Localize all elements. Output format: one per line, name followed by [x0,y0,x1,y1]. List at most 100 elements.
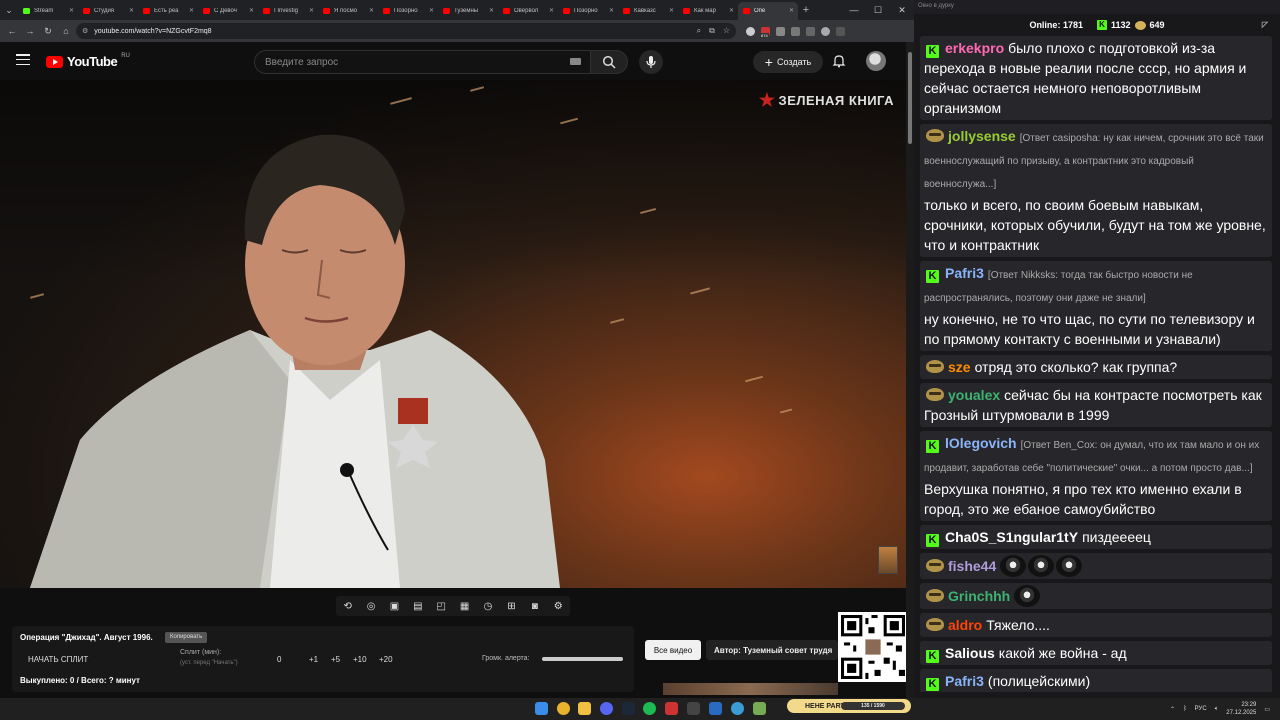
app-icon[interactable] [753,702,766,715]
start-windows-icon[interactable] [535,702,548,715]
settings-gear-icon[interactable]: ⚙ [551,601,565,612]
tab-search-icon[interactable]: ⌄ [0,0,18,20]
video-player[interactable]: ★ ЗЕЛЕНАЯ КНИГА [0,80,906,588]
tab-close-icon[interactable]: ✕ [309,7,314,14]
chat-menu-icon[interactable]: ◸ [1262,20,1268,29]
chat-message[interactable]: Grinchhh [920,583,1272,609]
create-button[interactable]: + Создать [753,51,823,73]
chat-message[interactable]: Kerkekpro было плохо с подготовкой из-за … [920,36,1272,120]
chat-message[interactable]: K Pafri3 [Ответ Nikksks: тогда так быстро … [920,261,1272,351]
chat-message[interactable]: fishe44 [920,553,1272,579]
downloads-icon[interactable] [806,26,815,36]
app-icon[interactable] [687,702,700,715]
all-videos-button[interactable]: Все видео [645,640,701,660]
youtube-logo[interactable]: YouTube RU [46,53,130,69]
site-info-icon[interactable]: ⚙ [82,27,88,35]
split-value[interactable]: 0 [277,655,281,664]
screenshot-icon[interactable]: ◙ [528,601,542,612]
chat-message[interactable]: sze отряд это сколько? как группа? [920,355,1272,379]
chat-username[interactable]: Grinchhh [948,588,1010,604]
pip-icon[interactable]: ◰ [434,601,448,612]
chat-username[interactable]: Pafri3 [945,673,984,689]
browser-tab[interactable]: Опе ✕ [738,2,798,20]
chat-message[interactable]: aldro Тяжело.... [920,613,1272,637]
copy-button[interactable]: Копировать [165,632,208,643]
chat-message[interactable]: K Pafri3 (полицейскими) [920,669,1272,692]
tab-close-icon[interactable]: ✕ [789,7,794,14]
tab-close-icon[interactable]: ✕ [729,7,734,14]
chat-username[interactable]: youalex [948,387,1000,403]
browser-tab[interactable]: Я посмо ✕ [318,2,378,20]
chat-username[interactable]: jollysense [948,128,1016,144]
browser-tab[interactable]: Позорно ✕ [558,2,618,20]
keyboard-icon[interactable] [570,58,581,65]
notifications-bell-icon[interactable] [832,54,846,68]
increment-button[interactable]: +20 [379,655,393,664]
search-button[interactable] [590,50,628,74]
browser-tab[interactable]: Stream ✕ [18,2,78,20]
account-avatar[interactable] [866,51,886,71]
menu-icon[interactable] [836,26,845,36]
chat-message[interactable]: K Salious какой же война - ад [920,641,1272,665]
increment-button[interactable]: +10 [353,655,367,664]
broadcast-icon[interactable]: ◎ [364,601,378,612]
back-icon[interactable]: ← [4,23,20,39]
chat-message[interactable]: K Cha0S_S1ngular1tY пиздеееец [920,525,1272,549]
discord-icon[interactable] [600,702,613,715]
language-indicator[interactable]: РУС [1195,706,1207,712]
reload-icon[interactable]: ↻ [40,23,56,39]
menu-icon[interactable] [16,54,30,66]
extension-icon[interactable] [746,26,755,36]
puzzle-icon[interactable] [791,26,800,36]
tab-close-icon[interactable]: ✕ [189,7,194,14]
bluetooth-icon[interactable]: ᛒ [1183,706,1187,712]
chat-username[interactable]: Cha0S_S1ngular1tY [945,529,1078,545]
page-scrollbar[interactable] [906,42,914,698]
telegram-icon[interactable] [731,702,744,715]
tab-close-icon[interactable]: ✕ [609,7,614,14]
chat-username[interactable]: fishe44 [948,558,996,574]
spotify-icon[interactable] [643,702,656,715]
address-bar[interactable]: ⚙ youtube.com/watch?v=NZGcvtF2mq8 ⌕ ⧉ ☆ [76,23,736,39]
party-widget[interactable]: HEHE PARTY 135 / 1590 [787,699,911,713]
browser-tab[interactable]: Туземны ✕ [438,2,498,20]
steam-icon[interactable] [622,702,635,715]
browser-tab[interactable]: Позорно ✕ [378,2,438,20]
chevron-up-icon[interactable]: ⌃ [1170,706,1175,713]
volume-icon[interactable]: 🔈︎ [1215,706,1219,713]
browser-tab[interactable]: Есть реа ✕ [138,2,198,20]
theater-icon[interactable]: ▦ [458,601,472,612]
chat-username[interactable]: sze [948,359,971,375]
browser-tab[interactable]: Как мар ✕ [678,2,738,20]
tab-close-icon[interactable]: ✕ [549,7,554,14]
browser-tab[interactable]: Студия ✕ [78,2,138,20]
chat-username[interactable]: Pafri3 [945,265,984,281]
increment-button[interactable]: +1 [309,655,318,664]
new-tab-button[interactable]: + [798,0,814,20]
browser-tab[interactable]: I Investig ✕ [258,2,318,20]
tab-close-icon[interactable]: ✕ [669,7,674,14]
chat-username[interactable]: aldro [948,617,982,633]
notification-icon[interactable]: ▭ [1264,706,1270,713]
chat-message[interactable]: youalex сейчас бы на контрасте посмотреть… [920,383,1272,427]
chat-username[interactable]: erkekpro [945,40,1004,56]
repeat-icon[interactable]: ⟲ [341,601,355,612]
channel-thumbnail[interactable] [878,546,898,574]
chat-message[interactable]: KlOlegovich [Ответ Ben_Cox: он думал, что… [920,431,1272,521]
forward-icon[interactable]: → [22,23,38,39]
zoom-icon[interactable]: ⌕ [697,26,701,36]
tab-close-icon[interactable]: ✕ [249,7,254,14]
chat-message-list[interactable]: Kerkekpro было плохо с подготовкой из-за … [920,36,1272,692]
cast-icon[interactable]: ⧉ [709,26,715,36]
add-icon[interactable]: ⊞ [504,601,518,612]
chrome-icon[interactable] [557,702,570,715]
chat-username[interactable]: lOlegovich [945,435,1017,451]
obs-icon[interactable] [709,702,722,715]
clip-icon[interactable]: ▤ [411,601,425,612]
chat-username[interactable]: Salious [945,645,995,661]
app-icon[interactable] [665,702,678,715]
tab-close-icon[interactable]: ✕ [489,7,494,14]
tab-close-icon[interactable]: ✕ [369,7,374,14]
home-icon[interactable]: ⌂ [58,23,74,39]
tab-close-icon[interactable]: ✕ [69,7,74,14]
